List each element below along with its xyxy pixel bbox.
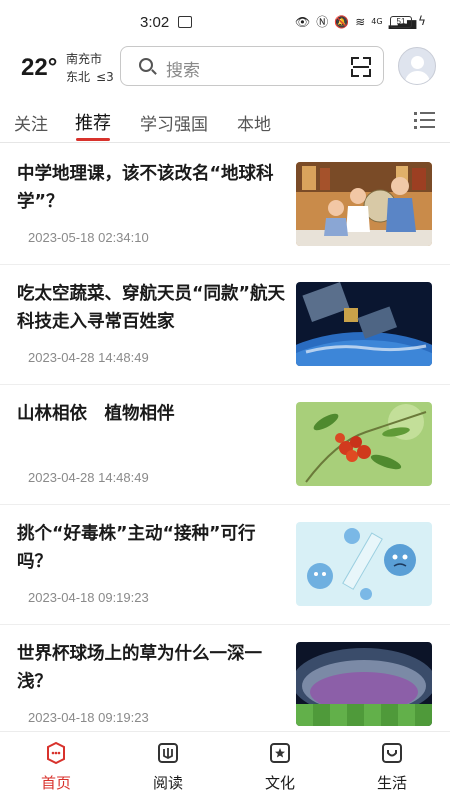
battery-icon: 51 xyxy=(390,16,412,28)
notification-icon xyxy=(178,16,192,28)
article-title[interactable]: 世界杯球场上的草为什么一深一浅？ xyxy=(17,640,285,696)
article-thumbnail[interactable] xyxy=(296,522,432,606)
tab-local[interactable]: 本地 xyxy=(237,110,271,135)
list-item[interactable]: 吃太空蔬菜、穿航天员“同款”航天科技走入寻常百姓家 2023-04-28 14:… xyxy=(0,264,450,385)
nfc-icon: Ⓝ xyxy=(316,15,329,29)
status-bar: 3:02 👁 Ⓝ 🔕 ≋ 4G ▂▃▅ 51 ϟ xyxy=(0,0,450,44)
tab-xuexi-qiangguo[interactable]: 学习强国 xyxy=(140,110,208,135)
scan-icon[interactable] xyxy=(351,57,371,77)
list-item[interactable]: 山林相依 植物相伴 2023-04-28 14:48:49 xyxy=(0,384,450,505)
nav-home-label: 首页 xyxy=(40,774,71,792)
nav-read-label: 阅读 xyxy=(152,774,183,792)
life-icon xyxy=(382,743,402,763)
article-thumbnail[interactable] xyxy=(296,282,432,366)
tab-recommend[interactable]: 推荐 xyxy=(75,109,111,135)
nav-home[interactable]: 首页 xyxy=(16,732,96,801)
tab-follow[interactable]: 关注 xyxy=(14,110,48,135)
wind-level: ≤3 xyxy=(96,70,114,84)
avatar[interactable] xyxy=(398,47,436,85)
channel-menu-icon[interactable] xyxy=(414,111,436,129)
mute-icon: 🔕 xyxy=(334,14,350,29)
article-thumbnail[interactable] xyxy=(296,642,432,726)
article-date: 2023-05-18 02:34:10 xyxy=(28,230,149,245)
article-thumbnail[interactable] xyxy=(296,162,432,246)
article-title[interactable]: 山林相依 植物相伴 xyxy=(17,400,285,428)
home-icon xyxy=(47,741,65,765)
nav-culture[interactable]: 文化 xyxy=(240,732,320,801)
wifi-icon: ≋ xyxy=(355,14,366,29)
weather-temperature[interactable]: 22° xyxy=(21,54,57,82)
wind-direction: 东北 xyxy=(66,70,91,84)
nav-life-label: 生活 xyxy=(376,774,407,792)
article-title[interactable]: 中学地理课，该不该改名“地球科学”？ xyxy=(17,160,285,216)
list-item[interactable]: 挑个“好毒株”主动“接种”可行吗？ 2023-04-18 09:19:23 xyxy=(0,504,450,625)
bottom-navigation: 首页 阅读 文化 生活 xyxy=(0,731,450,801)
status-time: 3:02 xyxy=(140,14,170,31)
search-placeholder: 搜索 xyxy=(166,61,200,81)
weather-wind[interactable]: 东北 ≤3 xyxy=(66,68,114,85)
article-title[interactable]: 吃太空蔬菜、穿航天员“同款”航天科技走入寻常百姓家 xyxy=(17,280,285,336)
article-thumbnail[interactable] xyxy=(296,402,432,486)
article-date: 2023-04-28 14:48:49 xyxy=(28,350,149,365)
search-icon xyxy=(139,58,153,72)
article-title[interactable]: 挑个“好毒株”主动“接种”可行吗？ xyxy=(17,520,285,576)
eye-icon: 👁 xyxy=(295,14,311,29)
book-icon xyxy=(158,743,178,763)
article-date: 2023-04-28 14:48:49 xyxy=(28,470,149,485)
search-input[interactable]: 搜索 xyxy=(120,46,384,86)
channel-tabs: 关注 推荐 学习强国 本地 xyxy=(0,96,450,143)
nav-life[interactable]: 生活 xyxy=(352,732,432,801)
weather-city[interactable]: 南充市 xyxy=(66,50,102,67)
nav-read[interactable]: 阅读 xyxy=(128,732,208,801)
charging-icon: ϟ xyxy=(418,14,426,28)
active-tab-indicator xyxy=(76,138,110,141)
signal-label: 4G xyxy=(371,17,383,26)
culture-icon xyxy=(270,743,290,763)
article-date: 2023-04-18 09:19:23 xyxy=(28,590,149,605)
nav-culture-label: 文化 xyxy=(264,774,295,792)
list-item[interactable]: 中学地理课，该不该改名“地球科学”？ 2023-05-18 02:34:10 xyxy=(0,144,450,265)
article-date: 2023-04-18 09:19:23 xyxy=(28,710,149,725)
list-item[interactable]: 世界杯球场上的草为什么一深一浅？ 2023-04-18 09:19:23 xyxy=(0,624,450,745)
